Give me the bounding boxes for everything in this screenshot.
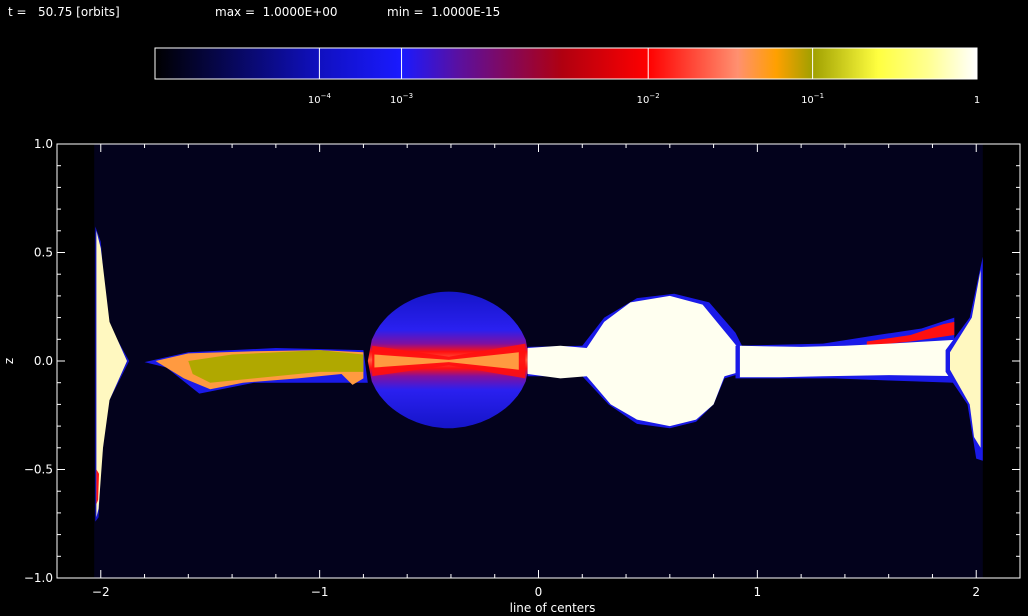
x-tick-label: −1 bbox=[311, 585, 329, 599]
y-axis-label: z bbox=[2, 358, 16, 364]
x-tick-label: −2 bbox=[92, 585, 110, 599]
y-tick-label: 0.5 bbox=[34, 246, 53, 260]
y-tick-label: −1.0 bbox=[24, 571, 53, 585]
x-tick-label: 2 bbox=[972, 585, 980, 599]
y-tick-label: −0.5 bbox=[24, 463, 53, 477]
x-tick-label: 1 bbox=[754, 585, 762, 599]
y-tick-label: 1.0 bbox=[34, 137, 53, 151]
x-axis-label: line of centers bbox=[510, 601, 596, 615]
density-plot: −2 −1 0 1 2 −1.0 −0.5 0.0 0.5 1.0 line of centers… bbox=[2, 137, 1021, 615]
x-tick-label: 0 bbox=[535, 585, 543, 599]
y-tick-label: 0.0 bbox=[34, 354, 53, 368]
